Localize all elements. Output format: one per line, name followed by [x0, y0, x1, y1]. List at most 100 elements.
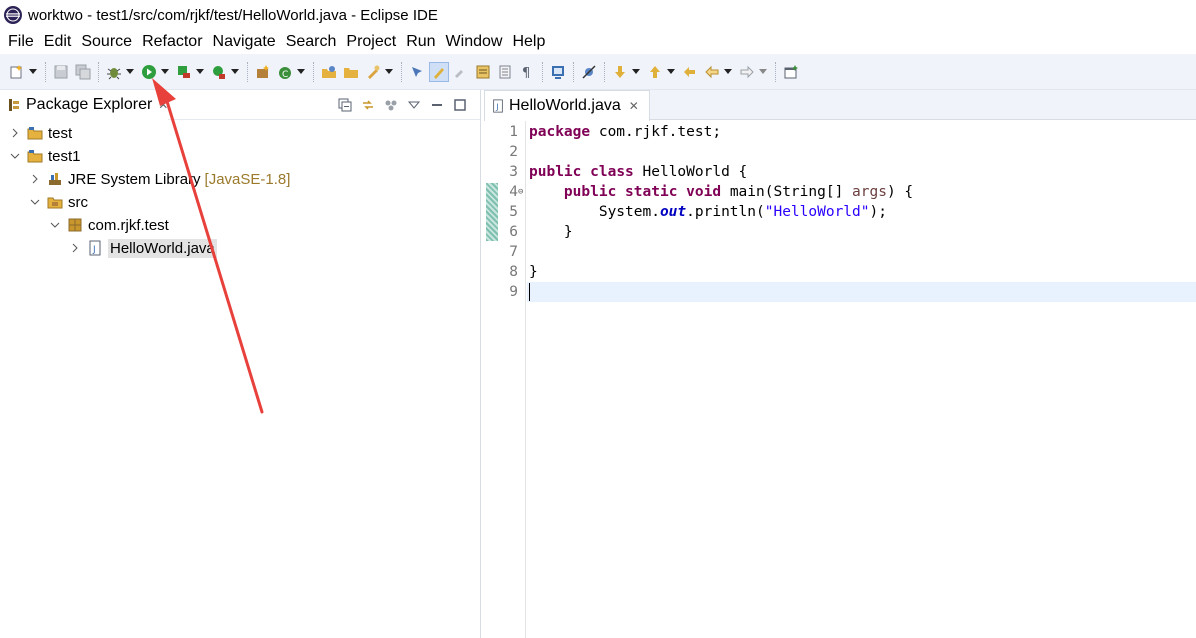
menu-edit[interactable]: Edit — [39, 30, 77, 54]
search-dropdown-icon[interactable] — [384, 62, 394, 82]
coverage-dropdown-icon[interactable] — [195, 62, 205, 82]
chevron-down-icon[interactable] — [8, 149, 22, 163]
line-number: 6 — [509, 224, 518, 240]
java-file-icon: J — [86, 240, 104, 256]
toolbar-separator — [542, 61, 543, 82]
menu-source[interactable]: Source — [76, 30, 137, 54]
menu-file[interactable]: File — [3, 30, 39, 54]
code-line-1: package com.rjkf.test; — [529, 124, 722, 140]
code-line-4: public static void main(String[] args) { — [563, 184, 914, 200]
save-all-icon[interactable] — [73, 62, 93, 82]
toolbar-separator — [573, 61, 574, 82]
previous-annotation-dropdown-icon[interactable] — [666, 62, 676, 82]
menu-navigate[interactable]: Navigate — [208, 30, 281, 54]
chevron-right-icon[interactable] — [8, 126, 22, 140]
close-icon[interactable]: ✕ — [629, 99, 639, 113]
line-number-gutter: 1 2 3 4 ⊖ 5 6 7 8 9 — [484, 121, 526, 638]
last-edit-location-icon[interactable] — [680, 62, 700, 82]
code-line-8: } — [529, 264, 538, 280]
open-perspective-icon[interactable] — [781, 62, 801, 82]
title-bar: worktwo - test1/src/com/rjkf/test/HelloW… — [0, 0, 1196, 30]
tree-item-jre-system-library[interactable]: JRE System Library [JavaSE-1.8] — [28, 168, 290, 190]
back-dropdown-icon[interactable] — [723, 62, 733, 82]
toolbar-separator — [313, 61, 314, 82]
link-with-editor-icon[interactable] — [358, 95, 378, 115]
focus-active-task-icon[interactable] — [381, 95, 401, 115]
new-java-package-icon[interactable] — [253, 62, 273, 82]
new-icon[interactable] — [7, 62, 27, 82]
back-icon[interactable] — [702, 62, 722, 82]
view-menu-chevron-down-icon[interactable] — [404, 95, 424, 115]
editor-tab-helloworld-java[interactable]: J HelloWorld.java ✕ — [484, 90, 650, 121]
open-type-icon[interactable] — [319, 62, 339, 82]
package-explorer-tab[interactable]: Package Explorer ✕ — [0, 89, 169, 120]
source-folder-icon — [46, 194, 64, 210]
tree-item-label: src — [68, 193, 88, 211]
svg-text:J: J — [92, 245, 96, 255]
maximize-icon[interactable] — [450, 95, 470, 115]
tree-item-src[interactable]: src — [28, 191, 88, 213]
tree-item-label: JRE System Library — [68, 170, 201, 188]
pilcrow-icon[interactable]: ¶ — [517, 62, 537, 82]
menu-help[interactable]: Help — [507, 30, 550, 54]
main-toolbar: C ¶ — [0, 54, 1196, 90]
fold-collapse-icon[interactable]: ⊖ — [518, 182, 526, 202]
chevron-right-icon[interactable] — [28, 172, 42, 186]
console-icon[interactable] — [548, 62, 568, 82]
library-icon — [46, 171, 64, 187]
run-dropdown-icon[interactable] — [160, 62, 170, 82]
current-line-highlight — [527, 282, 1196, 302]
run-icon[interactable] — [139, 62, 159, 82]
line-number: 5 — [509, 204, 518, 220]
line-number: 1 — [509, 124, 518, 140]
show-whitespace-icon[interactable] — [451, 62, 471, 82]
debug-icon[interactable] — [104, 62, 124, 82]
search-task-icon[interactable] — [363, 62, 383, 82]
code-area[interactable]: 1 2 3 4 ⊖ 5 6 7 8 9 package com.rjkf.tes… — [484, 121, 1196, 638]
menu-window[interactable]: Window — [441, 30, 508, 54]
previous-annotation-icon[interactable] — [645, 62, 665, 82]
window-title: worktwo - test1/src/com/rjkf/test/HelloW… — [28, 6, 438, 24]
tree-item-label: test — [48, 124, 73, 142]
tree-item-test[interactable]: test — [8, 122, 72, 144]
chevron-down-icon[interactable] — [28, 195, 42, 209]
highlight-icon[interactable] — [429, 61, 449, 82]
word-wrap-icon[interactable] — [495, 62, 515, 82]
collapse-all-icon[interactable] — [335, 95, 355, 115]
tree-item-label: HelloWorld.java — [108, 238, 217, 258]
forward-icon[interactable] — [737, 62, 757, 82]
annotation-icon[interactable] — [407, 62, 427, 82]
chevron-down-icon[interactable] — [48, 218, 62, 232]
block-selection-icon[interactable] — [473, 62, 493, 82]
tree-item-test1[interactable]: test1 — [8, 145, 81, 167]
menu-run[interactable]: Run — [401, 30, 440, 54]
code-line-5: System.out.println("HelloWorld"); — [529, 204, 887, 220]
chevron-right-icon[interactable] — [68, 241, 82, 255]
menu-project[interactable]: Project — [341, 30, 401, 54]
svg-text:J: J — [495, 103, 498, 112]
new-java-class-icon[interactable]: C — [275, 62, 295, 82]
menu-refactor[interactable]: Refactor — [137, 30, 207, 54]
forward-dropdown-icon[interactable] — [758, 62, 768, 82]
open-resource-icon[interactable] — [341, 62, 361, 82]
external-tools-icon[interactable] — [209, 62, 229, 82]
line-number: 8 — [509, 264, 518, 280]
menu-search[interactable]: Search — [281, 30, 342, 54]
toolbar-separator — [604, 61, 605, 82]
new-dropdown-icon[interactable] — [28, 62, 38, 82]
new-java-class-dropdown-icon[interactable] — [296, 62, 306, 82]
coverage-icon[interactable] — [174, 62, 194, 82]
next-annotation-icon[interactable] — [610, 62, 630, 82]
minimize-icon[interactable] — [427, 95, 447, 115]
next-annotation-dropdown-icon[interactable] — [631, 62, 641, 82]
line-number: 2 — [509, 144, 518, 160]
tree-item-package[interactable]: com.rjkf.test — [48, 214, 169, 236]
skip-breakpoints-icon[interactable] — [579, 62, 599, 82]
external-tools-dropdown-icon[interactable] — [230, 62, 240, 82]
close-icon[interactable]: ✕ — [158, 98, 168, 112]
package-explorer-view: Package Explorer ✕ test test1 JRE System… — [0, 89, 481, 638]
debug-dropdown-icon[interactable] — [125, 62, 135, 82]
save-icon[interactable] — [51, 62, 71, 82]
tree-item-helloworld-java[interactable]: J HelloWorld.java — [68, 237, 217, 259]
view-toolbar — [332, 95, 470, 115]
